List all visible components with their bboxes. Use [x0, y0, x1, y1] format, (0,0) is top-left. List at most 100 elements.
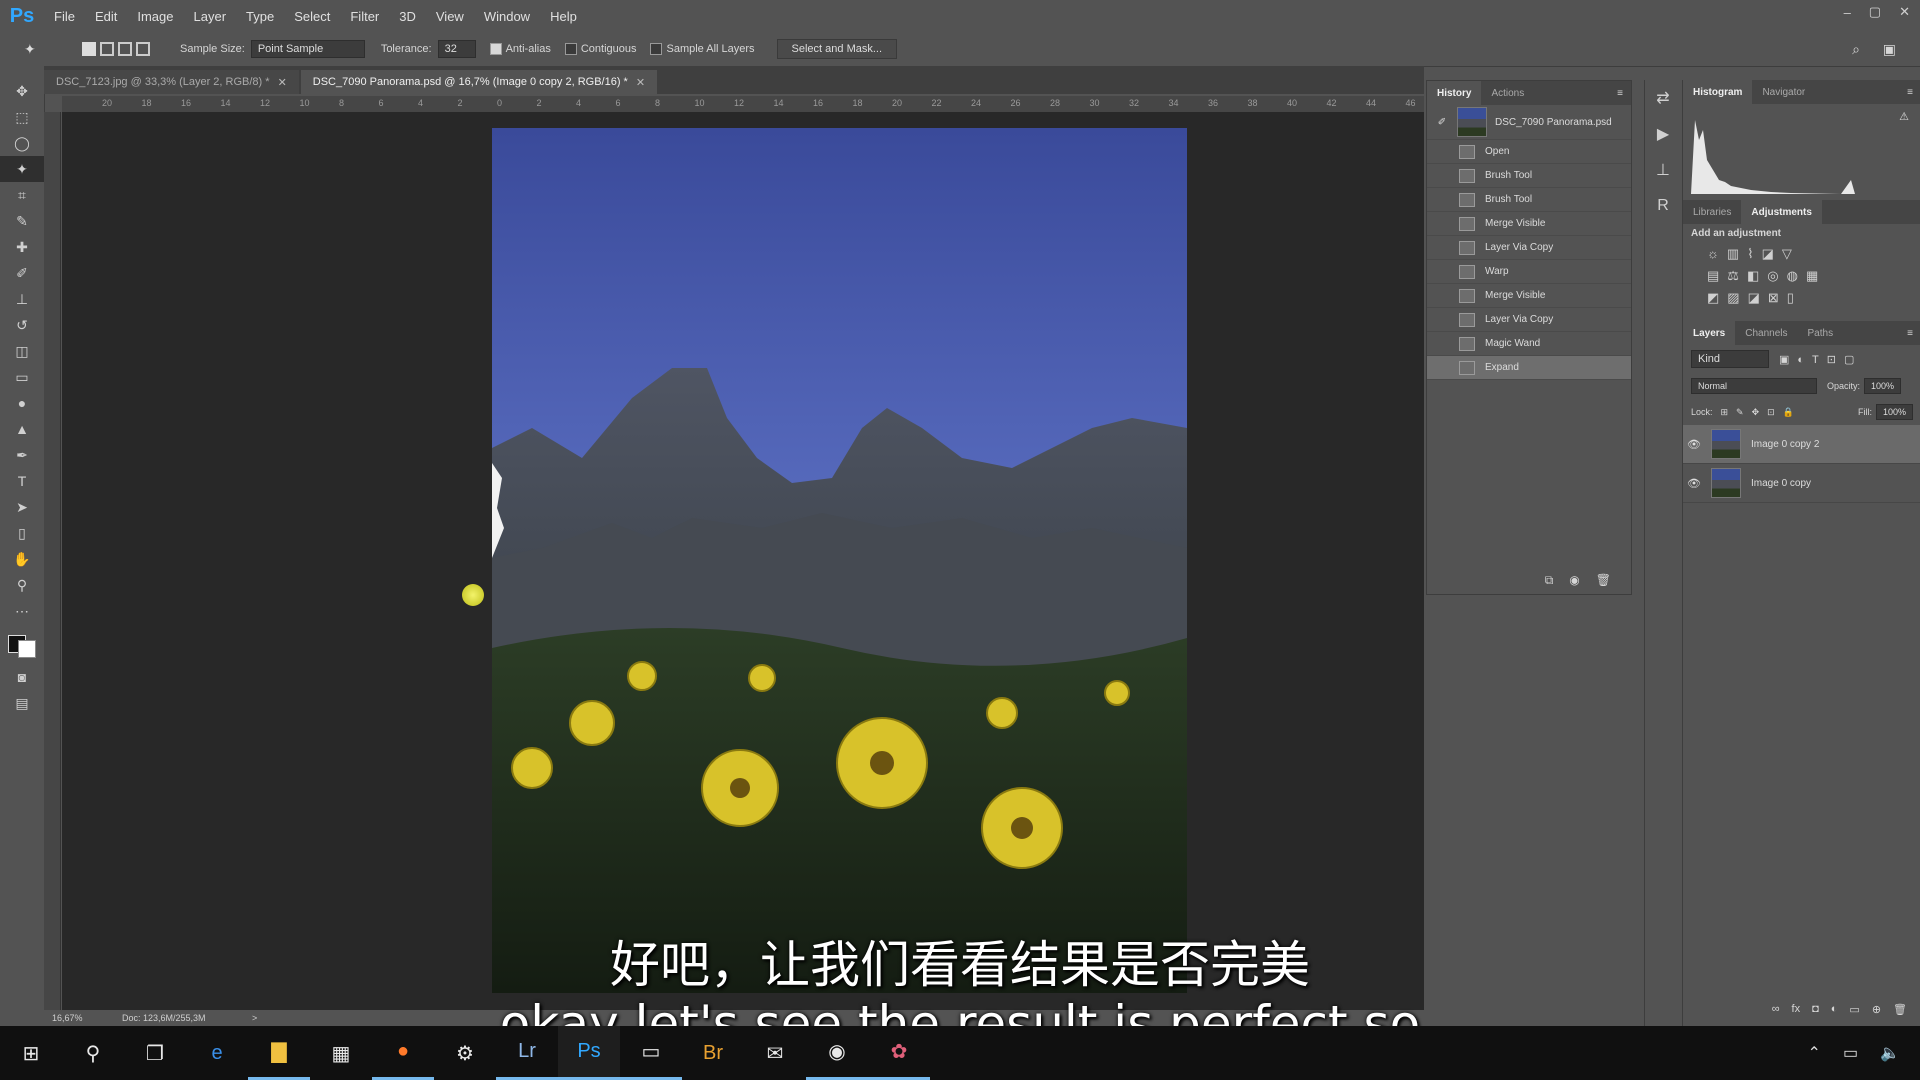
levels-icon[interactable]: ▥ [1727, 246, 1739, 262]
hue-saturation-icon[interactable]: ▤ [1707, 268, 1719, 284]
curves-icon[interactable]: ⌇ [1747, 246, 1753, 262]
visibility-eye-icon[interactable]: 👁 [1683, 438, 1705, 451]
history-item[interactable]: Magic Wand [1427, 332, 1631, 356]
file-explorer-icon[interactable]: ▇ [248, 1026, 310, 1080]
magic-wand-tool-icon[interactable]: ✦ [0, 156, 44, 182]
quick-mask-icon[interactable]: ◙ [0, 664, 44, 690]
warning-icon[interactable]: ⚠ [1899, 110, 1909, 123]
photoshop-taskbar-icon[interactable]: Ps [558, 1026, 620, 1080]
brightness-icon[interactable]: ☼ [1707, 246, 1719, 262]
photo-filter-icon[interactable]: ◎ [1767, 268, 1778, 284]
color-balance-icon[interactable]: ⚖ [1727, 268, 1739, 284]
exposure-icon[interactable]: ◪ [1762, 246, 1774, 262]
eraser-tool-icon[interactable]: ◫ [0, 338, 44, 364]
vibrance-icon[interactable]: ▽ [1782, 246, 1792, 262]
tab-history[interactable]: History [1427, 81, 1482, 105]
history-snapshot[interactable]: ✐ DSC_7090 Panorama.psd [1427, 105, 1631, 140]
layer-row[interactable]: 👁 Image 0 copy 2 [1683, 425, 1920, 464]
history-item[interactable]: Brush Tool [1427, 164, 1631, 188]
lasso-tool-icon[interactable]: ◯ [0, 130, 44, 156]
menu-3d[interactable]: 3D [389, 9, 426, 24]
battery-icon[interactable]: ▭ [1843, 1043, 1858, 1063]
clone-source-icon[interactable]: ⊥ [1645, 152, 1681, 188]
invert-icon[interactable]: ◩ [1707, 290, 1719, 306]
bridge-icon[interactable]: Br [682, 1026, 744, 1080]
history-item[interactable]: Merge Visible [1427, 284, 1631, 308]
close-window-button[interactable]: ✕ [1899, 4, 1910, 20]
plugin-r-icon[interactable]: R [1645, 188, 1681, 224]
colorful-app-icon[interactable]: ✿ [868, 1026, 930, 1080]
type-tool-icon[interactable]: T [0, 468, 44, 494]
visibility-eye-icon[interactable]: 👁 [1683, 477, 1705, 490]
firefox-icon[interactable]: ● [372, 1026, 434, 1080]
crop-tool-icon[interactable]: ⌗ [0, 182, 44, 208]
path-selection-tool-icon[interactable]: ➤ [0, 494, 44, 520]
subtract-selection-icon[interactable] [118, 42, 132, 56]
windows-start-icon[interactable]: ⊞ [0, 1026, 62, 1080]
history-item[interactable]: Open [1427, 140, 1631, 164]
maximize-button[interactable]: ▢ [1869, 4, 1881, 20]
mail-icon[interactable]: ✉ [744, 1026, 806, 1080]
more-tools-icon[interactable]: ⋯ [0, 598, 44, 624]
tab-paths[interactable]: Paths [1798, 321, 1844, 345]
fill-input[interactable]: 100% [1875, 404, 1913, 420]
task-view-icon[interactable]: ❐ [124, 1026, 186, 1080]
tab-libraries[interactable]: Libraries [1683, 200, 1741, 224]
store-icon[interactable]: ▦ [310, 1026, 372, 1080]
history-item[interactable]: Brush Tool [1427, 188, 1631, 212]
menu-edit[interactable]: Edit [85, 9, 127, 24]
panel-menu-icon[interactable]: ≡ [1907, 328, 1920, 339]
panel-menu-icon[interactable]: ≡ [1907, 87, 1920, 98]
color-lookup-icon[interactable]: ▦ [1806, 268, 1818, 284]
menu-file[interactable]: File [44, 9, 85, 24]
menu-layer[interactable]: Layer [184, 9, 237, 24]
history-item[interactable]: Merge Visible [1427, 212, 1631, 236]
threshold-icon[interactable]: ◪ [1748, 290, 1760, 306]
panel-menu-icon[interactable]: ≡ [1617, 88, 1631, 99]
minimize-button[interactable]: – [1844, 5, 1851, 20]
opacity-input[interactable]: 100% [1864, 378, 1902, 394]
move-tool-icon[interactable]: ✥ [0, 78, 44, 104]
lock-icons[interactable]: ⊞✎✥⊡🔒 [1721, 407, 1802, 418]
close-tab-icon[interactable]: ✕ [636, 76, 645, 89]
close-tab-icon[interactable]: ✕ [278, 76, 287, 89]
add-selection-icon[interactable] [100, 42, 114, 56]
black-white-icon[interactable]: ◧ [1747, 268, 1759, 284]
tab-histogram[interactable]: Histogram [1683, 80, 1753, 104]
tab-actions[interactable]: Actions [1481, 81, 1534, 105]
zoom-tool-icon[interactable]: ⚲ [0, 572, 44, 598]
blend-mode-select[interactable]: Normal [1691, 378, 1817, 394]
tab-navigator[interactable]: Navigator [1752, 80, 1815, 104]
history-brush-tool-icon[interactable]: ↺ [0, 312, 44, 338]
tolerance-input[interactable]: 32 [437, 40, 476, 58]
rectangle-tool-icon[interactable]: ▯ [0, 520, 44, 546]
gradient-map-icon[interactable]: ▯ [1787, 290, 1794, 306]
magic-wand-preset-icon[interactable]: ✦ [24, 41, 46, 58]
sample-size-select[interactable]: Point Sample [250, 40, 365, 58]
dodge-tool-icon[interactable]: ▲ [0, 416, 44, 442]
menu-select[interactable]: Select [284, 9, 340, 24]
gradient-tool-icon[interactable]: ▭ [0, 364, 44, 390]
search-icon[interactable]: ⚲ [62, 1026, 124, 1080]
healing-brush-tool-icon[interactable]: ✚ [0, 234, 44, 260]
tab-dsc-7090-panorama[interactable]: DSC_7090 Panorama.psd @ 16,7% (Image 0 c… [300, 70, 658, 94]
menu-window[interactable]: Window [474, 9, 540, 24]
clone-stamp-tool-icon[interactable]: ⊥ [0, 286, 44, 312]
new-document-from-state-icon[interactable]: ⧉ [1545, 573, 1554, 588]
workspace-icon[interactable]: ▣ [1883, 41, 1896, 58]
contiguous-checkbox[interactable] [564, 43, 577, 55]
posterize-icon[interactable]: ▨ [1727, 290, 1739, 306]
history-item-selected[interactable]: Expand [1427, 356, 1631, 380]
pen-tool-icon[interactable]: ✒ [0, 442, 44, 468]
new-selection-icon[interactable] [82, 42, 96, 56]
menu-help[interactable]: Help [540, 9, 587, 24]
panorama-image[interactable] [492, 128, 1187, 993]
layer-kind-filter[interactable]: Kind [1691, 350, 1769, 368]
intersect-selection-icon[interactable] [136, 42, 150, 56]
trash-icon[interactable]: 🗑 [1596, 573, 1611, 588]
actions-panel-icon[interactable]: ▶ [1645, 116, 1681, 152]
screen-mode-icon[interactable]: ▤ [0, 690, 44, 716]
hand-tool-icon[interactable]: ✋ [0, 546, 44, 572]
brush-tool-icon[interactable]: ✐ [0, 260, 44, 286]
blur-tool-icon[interactable]: ● [0, 390, 44, 416]
